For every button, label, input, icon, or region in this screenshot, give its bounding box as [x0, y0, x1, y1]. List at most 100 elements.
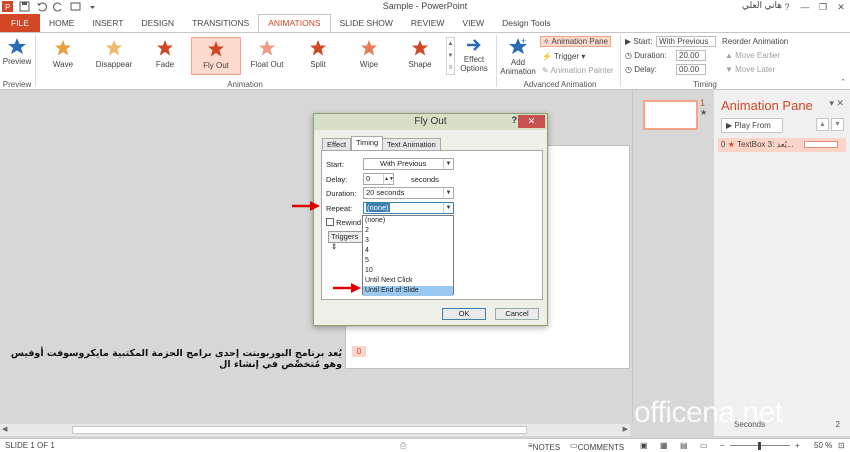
scroll-right-icon[interactable]: ▶ [623, 425, 628, 433]
preview-button[interactable]: Preview [2, 37, 32, 66]
animation-order-tag[interactable]: 0 [352, 346, 366, 357]
pane-close-icon[interactable]: ✕ [836, 98, 844, 108]
repeat-select[interactable]: (none) ▼ [363, 202, 454, 214]
separator [620, 35, 621, 87]
animation-fade[interactable]: Fade [140, 37, 190, 75]
animation-disappear[interactable]: Disappear [89, 37, 139, 75]
delay-label: ◷ Delay: [625, 65, 657, 74]
add-animation-button[interactable]: + Add Animation [498, 36, 538, 76]
spinner-icon[interactable]: ▲▼ [383, 174, 394, 184]
slide-sorter-icon[interactable]: ▦ [660, 441, 668, 450]
animation-pane-button[interactable]: ✧ Animation Pane [540, 36, 611, 47]
horizontal-scrollbar[interactable]: ◀ ▶ [0, 424, 630, 436]
animation-label: Disappear [95, 60, 133, 69]
repeat-dropdown-list[interactable]: (none) 2 3 4 5 10 Until Next Click Until… [362, 215, 454, 296]
start-select[interactable]: With Previous [656, 36, 716, 47]
scroll-left-icon[interactable]: ◀ [2, 425, 7, 433]
tab-text-animation[interactable]: Text Animation [382, 138, 441, 150]
zoom-thumb[interactable] [758, 442, 761, 450]
animation-painter-button[interactable]: ✎ Animation Painter [542, 66, 614, 75]
repeat-value: (none) [366, 203, 390, 212]
repeat-option-selected[interactable]: Until End of Slide [363, 286, 453, 296]
move-earlier-button[interactable]: ▲ Move Earlier [725, 51, 780, 60]
tab-home[interactable]: HOME [40, 14, 84, 32]
trigger-button[interactable]: ⚡ Trigger ▾ [542, 52, 585, 61]
animation-list-item[interactable]: 0 ★ TextBox 3: يُعد... [718, 138, 846, 152]
tab-animations[interactable]: ANIMATIONS [258, 14, 331, 32]
tab-review[interactable]: REVIEW [402, 14, 454, 32]
spellcheck-icon[interactable]: ⎙ [400, 441, 406, 451]
notes-button[interactable]: ≡ NOTES [528, 441, 560, 452]
tab-design[interactable]: DESIGN [132, 14, 183, 32]
fit-to-window-icon[interactable]: ⊡ [838, 441, 845, 450]
slideshow-view-icon[interactable]: ▭ [700, 441, 708, 450]
zoom-in-icon[interactable]: + [795, 441, 800, 450]
zoom-out-icon[interactable]: − [720, 441, 725, 450]
start-label: ▶ Start: [625, 37, 653, 46]
cancel-button[interactable]: Cancel [495, 308, 539, 320]
repeat-option[interactable]: 10 [363, 266, 453, 276]
close-button[interactable]: ✕ [832, 0, 850, 14]
start-select[interactable]: With Previous ▼ [363, 158, 454, 170]
triggers-label: Triggers [331, 232, 359, 241]
move-down-button[interactable]: ▼ [831, 118, 844, 131]
tab-slide-show[interactable]: SLIDE SHOW [331, 14, 402, 32]
repeat-option[interactable]: 3 [363, 236, 453, 246]
advanced-animation-label: Advanced Animation [523, 80, 597, 89]
collapse-ribbon-icon[interactable]: ⌃ [840, 78, 846, 86]
play-from-button[interactable]: ▶ Play From [721, 118, 783, 133]
dialog-close-button[interactable]: ✕ [518, 115, 545, 128]
delay-value: 0 [366, 174, 371, 183]
comments-button[interactable]: ▭ COMMENTS [570, 441, 624, 452]
animation-float-out[interactable]: Float Out [242, 37, 292, 75]
animation-fly-out[interactable]: Fly Out [191, 37, 241, 75]
slide-text-box[interactable]: يُعد برنامج البوربوينت إحدى برامج الحزمة… [10, 348, 342, 370]
repeat-option[interactable]: (none) [363, 216, 453, 226]
restore-button[interactable]: ❐ [814, 0, 832, 14]
repeat-option[interactable]: 5 [363, 256, 453, 266]
dialog-help-button[interactable]: ? [512, 115, 518, 125]
start-label: Start: [326, 160, 344, 169]
user-name[interactable]: هاني العلي [742, 0, 782, 11]
chevron-down-icon: ▼ [443, 159, 453, 169]
animation-split[interactable]: Split [293, 37, 343, 75]
tab-file[interactable]: FILE [0, 14, 40, 32]
tab-effect[interactable]: Effect [322, 138, 352, 150]
repeat-option[interactable]: 4 [363, 246, 453, 256]
duration-select[interactable]: 20 seconds ▼ [363, 187, 454, 199]
effect-options-button[interactable]: Effect Options [457, 37, 491, 73]
gallery-scroll[interactable]: ▲ ▼ ≡ [446, 37, 455, 75]
animation-shape[interactable]: Shape [395, 37, 445, 75]
repeat-option[interactable]: Until Next Click [363, 276, 453, 286]
fly-out-star-icon [208, 41, 224, 57]
scroll-thumb[interactable] [72, 426, 527, 434]
tab-timing[interactable]: Timing [351, 136, 384, 150]
checkbox-box[interactable] [326, 218, 334, 226]
tab-transitions[interactable]: TRANSITIONS [183, 14, 258, 32]
triggers-button[interactable]: Triggers ⇕ [328, 231, 366, 251]
zoom-level[interactable]: 50 % [814, 441, 832, 450]
animation-wipe[interactable]: Wipe [344, 37, 394, 75]
reading-view-icon[interactable]: ▤ [680, 441, 688, 450]
move-up-button[interactable]: ▲ [816, 118, 829, 131]
animation-painter-label: Animation Painter [550, 66, 614, 75]
animation-wave[interactable]: Wave [38, 37, 88, 75]
ok-button[interactable]: OK [442, 308, 486, 320]
minimize-button[interactable]: — [796, 0, 814, 14]
repeat-option[interactable]: 2 [363, 226, 453, 236]
pane-options-icon[interactable]: ▾ [829, 98, 834, 108]
slide-thumbnail[interactable] [643, 100, 698, 130]
duration-input[interactable]: 20.00 [676, 50, 706, 61]
delay-input[interactable]: 0 ▲▼ [363, 173, 394, 185]
delay-input[interactable]: 00.00 [676, 64, 706, 75]
timing-group-label: Timing [693, 80, 717, 89]
delay-label: Delay: [326, 175, 348, 184]
rewind-checkbox[interactable]: Rewind [326, 218, 361, 227]
move-later-button[interactable]: ▼ Move Later [725, 65, 775, 74]
help-button[interactable]: ? [778, 0, 796, 14]
tab-design-tools[interactable]: Design Tools [493, 14, 560, 32]
animation-label: Wave [52, 60, 74, 69]
tab-view[interactable]: VIEW [453, 14, 493, 32]
normal-view-icon[interactable]: ▣ [640, 441, 648, 450]
tab-insert[interactable]: INSERT [83, 14, 132, 32]
